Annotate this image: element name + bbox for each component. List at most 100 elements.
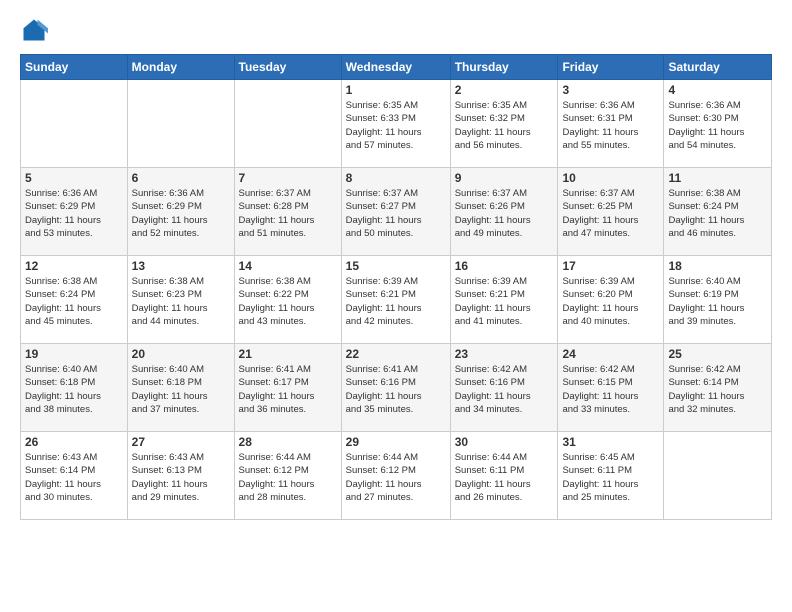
weekday-header-saturday: Saturday [664, 55, 772, 80]
day-number: 24 [562, 347, 659, 361]
calendar-day-26: 26Sunrise: 6:43 AM Sunset: 6:14 PM Dayli… [21, 432, 128, 520]
day-info: Sunrise: 6:45 AM Sunset: 6:11 PM Dayligh… [562, 451, 659, 504]
day-info: Sunrise: 6:35 AM Sunset: 6:32 PM Dayligh… [455, 99, 554, 152]
calendar-day-18: 18 Sunrise: 6:40 AM Sunset: 6:19 PM Dayli… [664, 256, 772, 344]
day-info: Sunrise: 6:38 AM Sunset: 6:24 PM Dayligh… [668, 187, 767, 240]
weekday-header-sunday: Sunday [21, 55, 128, 80]
calendar-day-12: 12 Sunrise: 6:38 AM Sunset: 6:24 PM Dayli… [21, 256, 128, 344]
day-info: Sunrise: 6:41 AM Sunset: 6:17 PM Dayligh… [239, 363, 337, 416]
calendar-day-1: 1 Sunrise: 6:35 AM Sunset: 6:33 PM Daylig… [341, 80, 450, 168]
day-number: 29 [346, 435, 446, 449]
day-number: 9 [455, 171, 554, 185]
calendar-day-28: 28 Sunrise: 6:44 AM Sunset: 6:12 PM Dayli… [234, 432, 341, 520]
day-info: Sunrise: 6:38 AM Sunset: 6:23 PM Dayligh… [132, 275, 230, 328]
day-number: 8 [346, 171, 446, 185]
calendar-empty-cell [664, 432, 772, 520]
day-number: 21 [239, 347, 337, 361]
calendar-day-4: 4 Sunrise: 6:36 AM Sunset: 6:30 PM Daylig… [664, 80, 772, 168]
calendar-day-7: 7Sunrise: 6:37 AM Sunset: 6:28 PM Daylig… [234, 168, 341, 256]
weekday-header-monday: Monday [127, 55, 234, 80]
weekday-header-tuesday: Tuesday [234, 55, 341, 80]
day-number: 22 [346, 347, 446, 361]
day-number: 10 [562, 171, 659, 185]
calendar-day-17: 17 Sunrise: 6:39 AM Sunset: 6:20 PM Dayli… [558, 256, 664, 344]
day-number: 18 [668, 259, 767, 273]
calendar-empty-cell [127, 80, 234, 168]
day-number: 13 [132, 259, 230, 273]
calendar-week-row: 5 Sunrise: 6:36 AM Sunset: 6:29 PM Daylig… [21, 168, 772, 256]
calendar-day-19: 19 Sunrise: 6:40 AM Sunset: 6:18 PM Dayli… [21, 344, 128, 432]
calendar-week-row: 19 Sunrise: 6:40 AM Sunset: 6:18 PM Dayli… [21, 344, 772, 432]
day-number: 3 [562, 83, 659, 97]
day-number: 19 [25, 347, 123, 361]
day-info: Sunrise: 6:37 AM Sunset: 6:27 PM Dayligh… [346, 187, 446, 240]
day-number: 12 [25, 259, 123, 273]
calendar-day-10: 10 Sunrise: 6:37 AM Sunset: 6:25 PM Dayli… [558, 168, 664, 256]
calendar-day-16: 16Sunrise: 6:39 AM Sunset: 6:21 PM Dayli… [450, 256, 558, 344]
calendar-empty-cell [234, 80, 341, 168]
day-info: Sunrise: 6:42 AM Sunset: 6:16 PM Dayligh… [455, 363, 554, 416]
day-info: Sunrise: 6:39 AM Sunset: 6:21 PM Dayligh… [455, 275, 554, 328]
day-info: Sunrise: 6:44 AM Sunset: 6:12 PM Dayligh… [346, 451, 446, 504]
day-number: 31 [562, 435, 659, 449]
calendar-week-row: 1 Sunrise: 6:35 AM Sunset: 6:33 PM Daylig… [21, 80, 772, 168]
day-info: Sunrise: 6:42 AM Sunset: 6:14 PM Dayligh… [668, 363, 767, 416]
day-number: 1 [346, 83, 446, 97]
page: SundayMondayTuesdayWednesdayThursdayFrid… [0, 0, 792, 612]
weekday-header-thursday: Thursday [450, 55, 558, 80]
day-info: Sunrise: 6:36 AM Sunset: 6:29 PM Dayligh… [132, 187, 230, 240]
day-number: 17 [562, 259, 659, 273]
calendar-day-15: 15 Sunrise: 6:39 AM Sunset: 6:21 PM Dayli… [341, 256, 450, 344]
day-number: 23 [455, 347, 554, 361]
day-info: Sunrise: 6:40 AM Sunset: 6:18 PM Dayligh… [132, 363, 230, 416]
calendar-week-row: 26Sunrise: 6:43 AM Sunset: 6:14 PM Dayli… [21, 432, 772, 520]
day-number: 27 [132, 435, 230, 449]
day-info: Sunrise: 6:35 AM Sunset: 6:33 PM Dayligh… [346, 99, 446, 152]
day-info: Sunrise: 6:40 AM Sunset: 6:18 PM Dayligh… [25, 363, 123, 416]
calendar-day-21: 21 Sunrise: 6:41 AM Sunset: 6:17 PM Dayli… [234, 344, 341, 432]
calendar-week-row: 12 Sunrise: 6:38 AM Sunset: 6:24 PM Dayli… [21, 256, 772, 344]
calendar-day-23: 23 Sunrise: 6:42 AM Sunset: 6:16 PM Dayli… [450, 344, 558, 432]
calendar-day-31: 31 Sunrise: 6:45 AM Sunset: 6:11 PM Dayli… [558, 432, 664, 520]
calendar-day-14: 14Sunrise: 6:38 AM Sunset: 6:22 PM Dayli… [234, 256, 341, 344]
logo [20, 16, 52, 44]
calendar-day-24: 24 Sunrise: 6:42 AM Sunset: 6:15 PM Dayli… [558, 344, 664, 432]
day-info: Sunrise: 6:36 AM Sunset: 6:29 PM Dayligh… [25, 187, 123, 240]
day-number: 6 [132, 171, 230, 185]
day-info: Sunrise: 6:42 AM Sunset: 6:15 PM Dayligh… [562, 363, 659, 416]
day-number: 2 [455, 83, 554, 97]
calendar-day-25: 25Sunrise: 6:42 AM Sunset: 6:14 PM Dayli… [664, 344, 772, 432]
calendar-day-13: 13 Sunrise: 6:38 AM Sunset: 6:23 PM Dayli… [127, 256, 234, 344]
calendar-day-30: 30Sunrise: 6:44 AM Sunset: 6:11 PM Dayli… [450, 432, 558, 520]
calendar-day-8: 8 Sunrise: 6:37 AM Sunset: 6:27 PM Daylig… [341, 168, 450, 256]
day-number: 4 [668, 83, 767, 97]
day-number: 20 [132, 347, 230, 361]
day-info: Sunrise: 6:38 AM Sunset: 6:24 PM Dayligh… [25, 275, 123, 328]
calendar-day-29: 29 Sunrise: 6:44 AM Sunset: 6:12 PM Dayli… [341, 432, 450, 520]
logo-icon [20, 16, 48, 44]
calendar-day-11: 11 Sunrise: 6:38 AM Sunset: 6:24 PM Dayli… [664, 168, 772, 256]
day-info: Sunrise: 6:39 AM Sunset: 6:21 PM Dayligh… [346, 275, 446, 328]
day-number: 28 [239, 435, 337, 449]
calendar-day-2: 2 Sunrise: 6:35 AM Sunset: 6:32 PM Daylig… [450, 80, 558, 168]
day-info: Sunrise: 6:38 AM Sunset: 6:22 PM Dayligh… [239, 275, 337, 328]
weekday-header-friday: Friday [558, 55, 664, 80]
calendar-day-6: 6 Sunrise: 6:36 AM Sunset: 6:29 PM Daylig… [127, 168, 234, 256]
weekday-header-row: SundayMondayTuesdayWednesdayThursdayFrid… [21, 55, 772, 80]
day-number: 11 [668, 171, 767, 185]
header [20, 16, 772, 44]
day-number: 15 [346, 259, 446, 273]
day-info: Sunrise: 6:44 AM Sunset: 6:12 PM Dayligh… [239, 451, 337, 504]
day-number: 7 [239, 171, 337, 185]
day-info: Sunrise: 6:36 AM Sunset: 6:30 PM Dayligh… [668, 99, 767, 152]
day-number: 26 [25, 435, 123, 449]
day-info: Sunrise: 6:40 AM Sunset: 6:19 PM Dayligh… [668, 275, 767, 328]
calendar-table: SundayMondayTuesdayWednesdayThursdayFrid… [20, 54, 772, 520]
day-info: Sunrise: 6:36 AM Sunset: 6:31 PM Dayligh… [562, 99, 659, 152]
day-number: 5 [25, 171, 123, 185]
day-number: 30 [455, 435, 554, 449]
day-info: Sunrise: 6:37 AM Sunset: 6:25 PM Dayligh… [562, 187, 659, 240]
calendar-day-3: 3 Sunrise: 6:36 AM Sunset: 6:31 PM Daylig… [558, 80, 664, 168]
day-info: Sunrise: 6:39 AM Sunset: 6:20 PM Dayligh… [562, 275, 659, 328]
day-info: Sunrise: 6:43 AM Sunset: 6:13 PM Dayligh… [132, 451, 230, 504]
